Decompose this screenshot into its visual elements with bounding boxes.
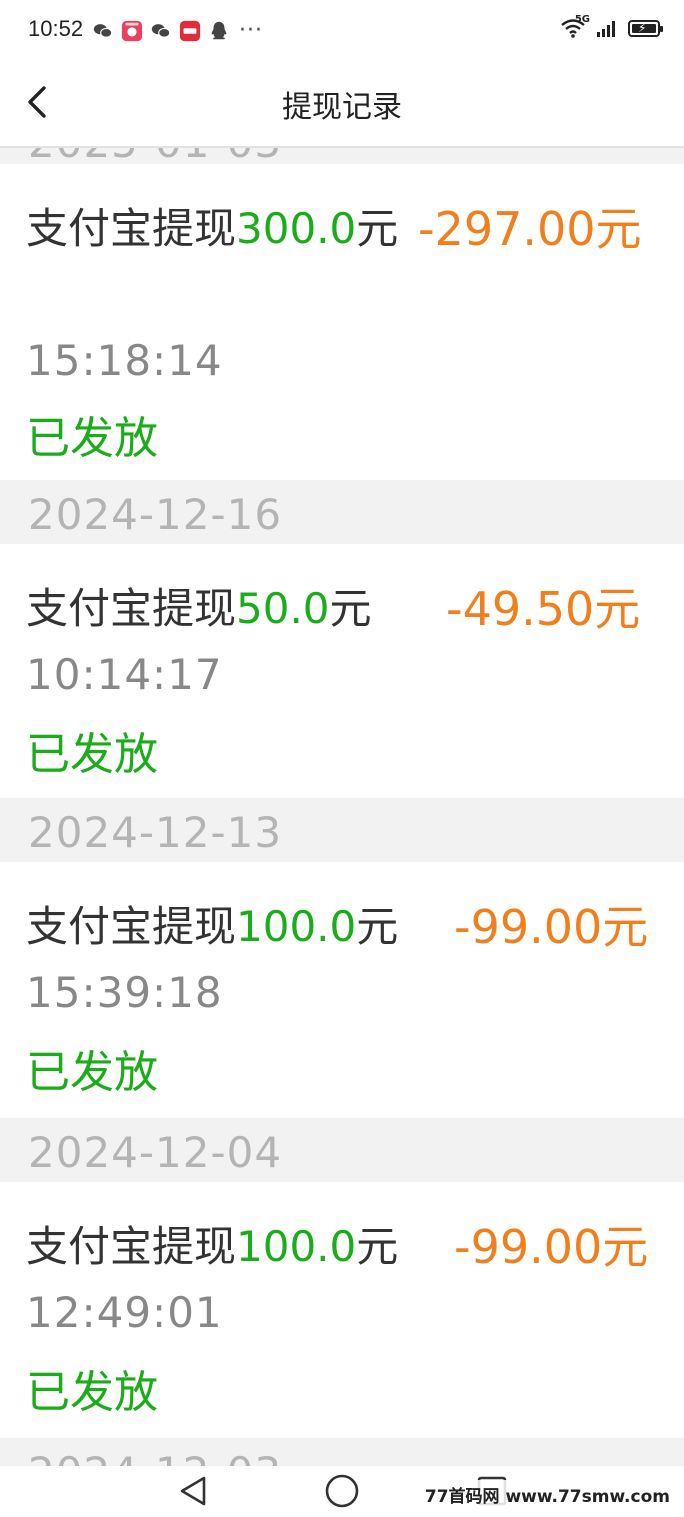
record-net-amount: -297.00元 (418, 202, 642, 256)
record-amount: 300.0 (236, 204, 357, 253)
record-status: 已发放 (26, 413, 158, 464)
record-time: 10:14:17 (26, 650, 223, 699)
date-header-text: 2025-01-03 (28, 148, 282, 164)
record-amount: 100.0 (236, 1222, 357, 1271)
record-title: 支付宝提现50.0元 (26, 584, 372, 633)
record-time: 15:18:14 (26, 336, 223, 385)
wechat-icon (151, 24, 171, 38)
date-header-text: 2024-12-16 (28, 490, 283, 539)
withdrawal-record-list[interactable]: 2025-01-03 支付宝提现300.0元 -297.00元 15:18:14… (0, 148, 684, 1502)
date-header: 2024-12-13 (0, 798, 684, 862)
record-net-amount: -99.00元 (454, 1220, 649, 1274)
list-item[interactable]: 支付宝提现300.0元 -297.00元 15:18:14 已发放 (0, 164, 684, 480)
record-status: 已发放 (26, 1047, 158, 1098)
notification-icons: ··· (92, 19, 263, 43)
more-notifications-icon: ··· (239, 18, 263, 43)
date-header-text: 2024-12-04 (28, 1128, 283, 1177)
record-status: 已发放 (26, 1367, 158, 1418)
record-title: 支付宝提现100.0元 (26, 902, 399, 951)
home-circle-icon[interactable] (324, 1473, 360, 1509)
record-amount: 50.0 (236, 584, 330, 633)
system-icons: ⚡ (560, 18, 663, 38)
battery-icon: ⚡ (628, 19, 663, 37)
app-icon-2 (179, 20, 201, 42)
watermark-text: 77首码网 www.77smw.com (420, 1480, 674, 1509)
record-time: 15:39:18 (26, 968, 223, 1017)
back-triangle-icon[interactable] (176, 1474, 210, 1508)
wifi-icon (561, 19, 585, 38)
wechat-icon (93, 24, 113, 38)
date-header-text: 2024-12-13 (28, 808, 283, 857)
record-net-amount: -99.00元 (454, 900, 649, 954)
list-item[interactable]: 支付宝提现100.0元 -99.00元 12:49:01 已发放 (0, 1182, 684, 1438)
app-icon-1 (121, 20, 143, 42)
record-title: 支付宝提现100.0元 (26, 1222, 399, 1271)
system-navigation-bar: 77首码网 www.77smw.com (0, 1466, 684, 1517)
record-time: 12:49:01 (26, 1288, 223, 1337)
qq-icon (211, 21, 227, 40)
list-item[interactable]: 支付宝提现100.0元 -99.00元 15:39:18 已发放 (0, 862, 684, 1118)
status-time: 10:52 (28, 16, 84, 41)
record-amount: 100.0 (236, 902, 357, 951)
date-header-partial: 2025-01-03 (0, 148, 684, 164)
date-header: 2024-12-04 (0, 1118, 684, 1182)
record-net-amount: -49.50元 (446, 582, 641, 636)
page-title: 提现记录 (282, 90, 402, 125)
record-title: 支付宝提现300.0元 (26, 204, 399, 253)
signal-icon (597, 21, 615, 37)
list-item[interactable]: 支付宝提现50.0元 -49.50元 10:14:17 已发放 (0, 544, 684, 798)
date-header: 2024-12-16 (0, 480, 684, 544)
status-bar: 10:52 ··· 5G ⚡ (0, 0, 684, 62)
nav-header: 提现记录 (0, 62, 684, 148)
record-status: 已发放 (26, 729, 158, 780)
